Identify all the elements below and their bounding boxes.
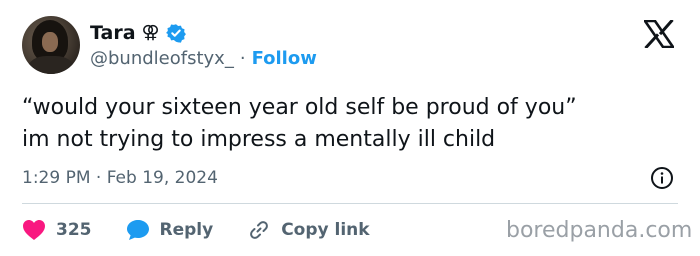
info-icon[interactable] <box>650 166 674 190</box>
like-count: 325 <box>56 220 92 240</box>
reply-button[interactable]: Reply <box>126 219 214 241</box>
x-logo-icon[interactable] <box>644 20 674 48</box>
follow-button[interactable]: Follow <box>252 47 317 71</box>
reply-label: Reply <box>159 220 214 240</box>
handle-row: @bundleofstyx_ · Follow <box>90 47 317 71</box>
tweet-line-2: im not trying to impress a mentally ill … <box>22 127 496 152</box>
heart-icon <box>23 220 45 240</box>
avatar[interactable] <box>22 16 80 74</box>
link-icon <box>250 221 269 239</box>
divider <box>22 203 678 204</box>
copy-link-label: Copy link <box>281 220 370 240</box>
user-handle[interactable]: @bundleofstyx_ <box>90 47 234 71</box>
speech-bubble-icon <box>126 220 149 240</box>
like-button[interactable]: 325 <box>22 219 92 241</box>
name-symbol: ⚢ <box>141 22 160 43</box>
verified-badge-icon <box>165 24 186 43</box>
copy-link-button[interactable]: Copy link <box>247 218 370 242</box>
avatar-body <box>28 56 74 74</box>
tweet-line-1: “would your sixteen year old self be pro… <box>22 95 577 120</box>
tweet-text: “would your sixteen year old self be pro… <box>22 92 682 156</box>
tweet-timestamp[interactable]: 1:29 PM · Feb 19, 2024 <box>22 166 218 190</box>
watermark: boredpanda.com <box>506 218 693 243</box>
avatar-face <box>42 32 58 52</box>
action-bar: 325 Reply Copy link <box>22 216 404 244</box>
handle-separator: · <box>239 48 246 69</box>
user-name-row: Tara ⚢ <box>90 20 186 46</box>
display-name[interactable]: Tara <box>90 20 136 46</box>
